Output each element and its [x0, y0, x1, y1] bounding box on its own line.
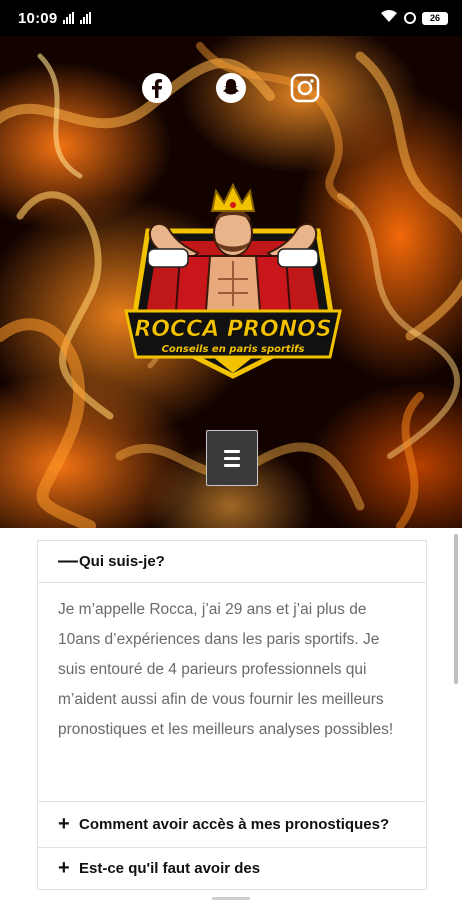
hero-banner: ROCCA PRONOS Conseils en paris sportifs: [0, 36, 462, 528]
facebook-icon[interactable]: [141, 72, 173, 104]
instagram-icon[interactable]: [289, 72, 321, 104]
hamburger-icon-bar: [224, 449, 240, 453]
plus-icon: +: [58, 857, 70, 879]
faq-question: Qui suis-je?: [79, 553, 165, 570]
wifi-icon: [380, 9, 398, 28]
faq-question-toggle[interactable]: + Est-ce qu'il faut avoir des: [38, 848, 426, 889]
faq-question: Comment avoir accès à mes pronostiques?: [79, 816, 390, 833]
logo-title: ROCCA PRONOS: [134, 317, 331, 342]
faq-item-qui-suis-je: — Qui suis-je? Je m’appelle Rocca, j’ai …: [37, 540, 427, 802]
faq-accordion: — Qui suis-je? Je m’appelle Rocca, j’ai …: [37, 540, 427, 890]
faq-question-toggle[interactable]: — Qui suis-je?: [38, 541, 426, 582]
menu-toggle-button[interactable]: [206, 430, 258, 486]
minus-icon: —: [58, 550, 78, 572]
social-links: [0, 72, 462, 104]
signal-icon: [63, 12, 75, 24]
hamburger-icon-bar: [224, 456, 240, 460]
notification-icons: [63, 12, 92, 24]
alarm-icon: [404, 12, 416, 24]
faq-item-acces-pronostiques: + Comment avoir accès à mes pronostiques…: [37, 801, 427, 848]
battery-level: 26: [429, 13, 440, 23]
signal-icon: [80, 12, 92, 24]
hamburger-icon-bar: [224, 463, 240, 467]
faq-answer: Je m’appelle Rocca, j’ai 29 ans et j’ai …: [38, 582, 426, 801]
status-time: 10:09: [18, 9, 58, 27]
faq-section: — Qui suis-je? Je m’appelle Rocca, j’ai …: [0, 528, 462, 900]
battery-icon: 26: [422, 11, 448, 25]
faq-question: Est-ce qu'il faut avoir des: [79, 860, 261, 877]
status-bar: 10:09 26: [0, 0, 462, 36]
scrollbar[interactable]: [454, 534, 458, 684]
logo-tagline: Conseils en paris sportifs: [162, 344, 305, 355]
snapchat-icon[interactable]: [215, 72, 247, 104]
rocca-pronos-logo: ROCCA PRONOS Conseils en paris sportifs: [124, 182, 342, 379]
plus-icon: +: [58, 813, 70, 835]
faq-item-avoir-des: + Est-ce qu'il faut avoir des: [37, 847, 427, 890]
faq-question-toggle[interactable]: + Comment avoir accès à mes pronostiques…: [38, 802, 426, 847]
